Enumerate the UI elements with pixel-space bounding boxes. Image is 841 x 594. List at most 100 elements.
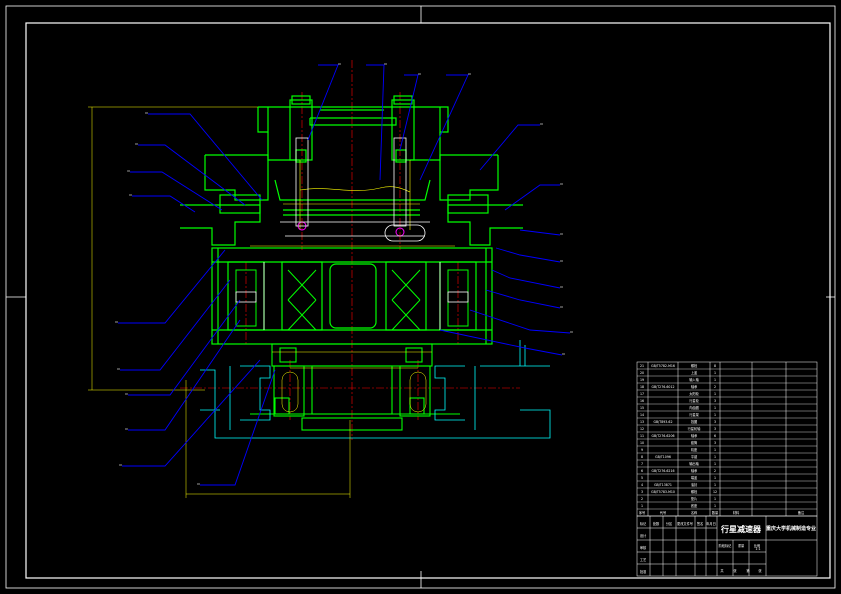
bom-cell-qty: 1 [714, 483, 716, 487]
title-role-label: 设计 [640, 533, 647, 538]
bom-cell-no: 4 [641, 483, 643, 487]
bom-cell-no: 15 [640, 406, 644, 410]
bom-cell-name: 上盖 [691, 370, 698, 375]
title-header-label: 年月日 [706, 521, 716, 526]
bom-cell-no: 16 [640, 399, 644, 403]
bom-cell-qty: 1 [714, 476, 716, 480]
bom-cell-qty: 1 [714, 413, 716, 417]
bom-cell-no: 9 [641, 448, 643, 452]
bom-cell-no: 1 [641, 504, 643, 508]
lower-gear-section [250, 343, 460, 431]
bom-cell-qty: 3 [714, 420, 716, 424]
bom-cell-qty: 1 [714, 455, 716, 459]
bom-cell-no: 10 [640, 441, 644, 445]
lower-housing-cyan [200, 340, 551, 439]
title-sheet-label: 第 [746, 568, 750, 573]
bom-cell-no: 5 [641, 476, 643, 480]
bom-cell-code: GB/T893-62 [654, 420, 673, 424]
bom-cell-no: 2 [641, 497, 643, 501]
bom-cell-qty: 3 [714, 441, 716, 445]
centerlines [180, 60, 520, 440]
title-sheet-label: 共 [720, 568, 724, 573]
bom-cell-name: 垫片 [691, 496, 697, 501]
bom-cell-qty: 6 [714, 434, 716, 438]
bom-cell-name: 轴承 [691, 468, 698, 473]
bom-cell-name: 行星架 [689, 412, 699, 417]
bom-cell-name: 轴承 [691, 384, 698, 389]
bom-cell-code: GB/T13871 [654, 483, 672, 487]
title-role-label: 工艺 [640, 557, 646, 562]
school-name: 重庆大学机械制造专业 [766, 525, 816, 532]
bom-cell-name: 底座 [691, 503, 698, 508]
title-header-label: 签名 [697, 521, 703, 526]
title-header-label: 处数 [653, 521, 660, 526]
bom-cell-qty: 1 [714, 504, 716, 508]
bom-cell-no: 18 [640, 385, 644, 389]
upper-shaft [250, 160, 455, 247]
bom-cell-qty: 1 [714, 448, 716, 452]
bom-cell-no: 21 [640, 364, 644, 368]
bom-cell-code: GB/T5783-M10 [651, 490, 675, 494]
title-sheet-label: 张 [758, 568, 762, 573]
bom-cell-name: 挡圈 [691, 419, 697, 424]
bom-cell-qty: 2 [714, 385, 716, 389]
bom-cell-name: 轴承 [691, 433, 698, 438]
bom-cell-no: 7 [641, 462, 643, 466]
bom-cell-name: 螺栓 [691, 363, 698, 368]
bom-cell-code: GB/T276-6012 [651, 385, 674, 389]
bom-cell-qty: 1 [714, 378, 716, 382]
bom-rows: 21 GB/T5782-M16 螺栓 820 上盖 119 输入轴 118 GB/T276-60… [637, 363, 817, 515]
title-header-label: 标记 [640, 521, 647, 526]
bom-cell-name: 行星轮 [689, 398, 699, 403]
bom-cell-no: 19 [640, 378, 644, 382]
bom-cell-name: 机座 [691, 447, 698, 452]
bom-cell-name: 内齿圈 [689, 405, 699, 410]
title-role-label: 批准 [640, 569, 647, 574]
bom-cell-name: 行星轮轴 [688, 426, 701, 431]
bom-cell-qty: 3 [714, 399, 716, 403]
leader-tags [115, 63, 573, 485]
sheet-frame [5, 5, 836, 589]
bom-cell-name: 太阳轮 [689, 391, 699, 396]
bom-cell-qty: 1 [714, 392, 716, 396]
bom-cell-code: GB/T5782-M16 [651, 364, 675, 368]
bom-cell-qty: 3 [714, 427, 716, 431]
bom-cell-code: GB/T276-6216 [651, 469, 674, 473]
upper-cover [180, 95, 523, 246]
bom-cell-qty: 1 [714, 406, 716, 410]
bom-header-note: 备注 [798, 510, 805, 515]
title-role-label: 审核 [640, 545, 647, 550]
bom-header-qty: 数量 [712, 510, 719, 515]
title-stage-label: 比例 [754, 543, 760, 548]
bom-cell-no: 17 [640, 392, 644, 396]
bom-header-name: 名称 [691, 510, 698, 515]
drawing-title: 行星减速器 [720, 524, 762, 534]
bom-header-code: 代号 [660, 510, 666, 515]
bom-cell-name: 螺栓 [691, 489, 698, 494]
bom-cell-no: 8 [641, 455, 643, 459]
title-sheet-label: 张 [733, 568, 737, 573]
bom-cell-name: 输出轴 [689, 461, 699, 466]
title-header-label: 分区 [666, 521, 673, 526]
bom-cell-no: 3 [641, 490, 643, 494]
bom-cell-name: 端盖 [691, 475, 698, 480]
bom-cell-qty: 8 [714, 364, 716, 368]
bom-cell-name: 平键 [691, 454, 698, 459]
bom-cell-no: 14 [640, 413, 644, 417]
bom-header-material: 材料 [733, 510, 740, 515]
bom-cell-code: GB/T276-6206 [651, 434, 674, 438]
bom-cell-no: 20 [640, 371, 644, 375]
bom-cell-no: 12 [640, 427, 644, 431]
title-stage-label: 阶段标记 [719, 543, 733, 548]
bom-cell-qty: 12 [713, 490, 717, 494]
bom-cell-qty: 1 [714, 371, 716, 375]
bom-cell-no: 11 [640, 434, 644, 438]
bom-cell-no: 13 [640, 420, 644, 424]
bom-cell-qty: 2 [714, 469, 716, 473]
upper-shaft-hatch [297, 221, 405, 237]
bom-cell-name: 输入轴 [689, 377, 699, 382]
title-header-label: 更改文件号 [677, 521, 693, 526]
bom-header-no: 序号 [639, 510, 645, 515]
bom-cell-code: GB/T1096 [655, 455, 671, 459]
bom-cell-qty: 1 [714, 462, 716, 466]
